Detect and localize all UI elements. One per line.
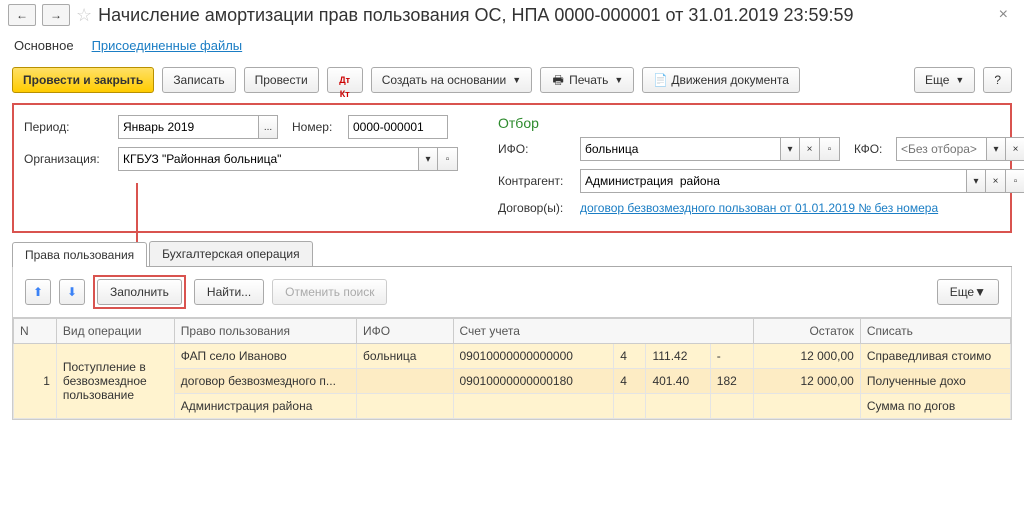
section-main[interactable]: Основное [14,38,74,53]
period-input[interactable] [118,115,258,139]
dtkt-icon: ДтКт [338,73,352,87]
print-button[interactable]: 🖶Печать▼ [540,67,634,93]
contracts-label: Договор(ы): [498,201,574,215]
ifo-clear-button[interactable]: × [800,137,820,161]
cancel-search-button[interactable]: Отменить поиск [272,279,387,305]
move-down-button[interactable]: ⬇ [59,279,85,305]
number-label: Номер: [292,120,342,134]
post-and-close-button[interactable]: Провести и закрыть [12,67,154,93]
close-button[interactable]: × [991,6,1016,24]
arrow-down-icon: ⬇ [67,285,77,299]
col-ost[interactable]: Остаток [753,319,860,344]
fill-highlight: Заполнить [93,275,186,309]
ifo-input[interactable] [580,137,780,161]
ifo-label: ИФО: [498,142,574,156]
ifo-open-button[interactable]: ▫ [820,137,840,161]
printer-icon: 🖶 [551,73,565,87]
kfo-label: КФО: [854,142,890,156]
more-button[interactable]: Еще▼ [914,67,975,93]
section-files[interactable]: Присоединенные файлы [92,38,243,53]
arrow-left-icon: ← [16,8,28,22]
arrow-right-icon: → [50,8,62,22]
kfo-clear-button[interactable]: × [1006,137,1024,161]
kfo-dropdown-button[interactable]: ▾ [986,137,1006,161]
counter-dropdown-button[interactable]: ▾ [966,169,986,193]
save-button[interactable]: Записать [162,67,235,93]
star-icon[interactable]: ☆ [76,5,92,26]
col-right[interactable]: Право пользования [174,319,356,344]
movements-button[interactable]: 📄Движения документа [642,67,800,93]
col-n[interactable]: N [14,319,57,344]
number-input[interactable] [348,115,448,139]
chevron-down-icon: ▼ [614,75,623,85]
kfo-input[interactable] [896,137,986,161]
table-more-button[interactable]: Еще ▼ [937,279,999,305]
forward-button[interactable]: → [42,4,70,26]
otbor-title: Отбор [498,115,1024,131]
chevron-down-icon: ▼ [974,285,986,299]
move-up-button[interactable]: ⬆ [25,279,51,305]
chevron-down-icon: ▼ [512,75,521,85]
report-icon: 📄 [653,73,667,87]
fill-button[interactable]: Заполнить [97,279,182,305]
back-button[interactable]: ← [8,4,36,26]
counter-label: Контрагент: [498,174,574,188]
period-select-button[interactable]: ... [258,115,278,139]
period-label: Период: [24,120,112,134]
org-open-button[interactable]: ▫ [438,147,458,171]
find-button[interactable]: Найти... [194,279,264,305]
arrow-up-icon: ⬆ [33,285,43,299]
table-row[interactable]: 1 Поступление в безвозмездное пользовани… [14,344,1011,369]
counter-clear-button[interactable]: × [986,169,1006,193]
org-label: Организация: [24,152,112,166]
contracts-link[interactable]: договор безвозмездного пользован от 01.0… [580,201,938,215]
data-table[interactable]: N Вид операции Право пользования ИФО Сче… [12,318,1012,420]
counter-open-button[interactable]: ▫ [1006,169,1024,193]
col-ifo[interactable]: ИФО [357,319,453,344]
help-button[interactable]: ? [983,67,1012,93]
org-input[interactable] [118,147,418,171]
col-acc[interactable]: Счет учета [453,319,753,344]
counter-input[interactable] [580,169,966,193]
form-filter-area: Период: ... Номер: Организация: ▾ ▫ Отбо… [12,103,1012,233]
col-sp[interactable]: Списать [860,319,1010,344]
dtkt-button[interactable]: ДтКт [327,67,363,93]
tab-rights[interactable]: Права пользования [12,242,147,267]
create-based-button[interactable]: Создать на основании▼ [371,67,532,93]
org-dropdown-button[interactable]: ▾ [418,147,438,171]
chevron-down-icon: ▼ [955,75,964,85]
col-op[interactable]: Вид операции [56,319,174,344]
page-title: Начисление амортизации прав пользования … [98,5,853,26]
tab-accounting[interactable]: Бухгалтерская операция [149,241,312,266]
ifo-dropdown-button[interactable]: ▾ [780,137,800,161]
post-button[interactable]: Провести [244,67,319,93]
